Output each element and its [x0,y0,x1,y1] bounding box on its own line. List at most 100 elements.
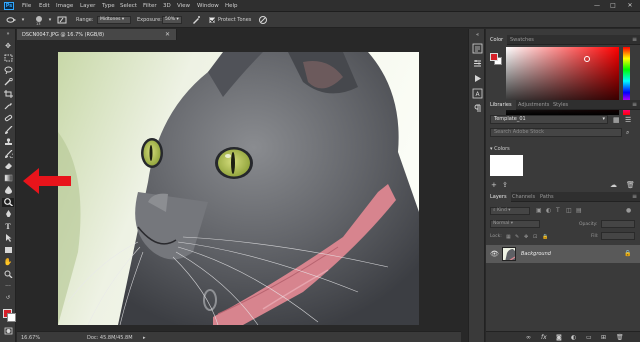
zoom-tool-icon[interactable] [2,270,14,279]
background-color-swatch[interactable] [7,313,16,322]
character-panel-icon[interactable]: A [472,88,483,99]
layers-panel-menu-icon[interactable]: ≡ [632,192,637,202]
search-icon[interactable]: ⌕ [626,129,629,137]
gradient-tool-icon[interactable] [2,174,14,183]
tab-color[interactable]: Color [486,35,508,45]
new-layer-icon[interactable]: ⊞ [601,334,606,341]
lock-artboard-icon[interactable]: ⊡ [533,233,537,241]
menu-layer[interactable]: Layer [80,3,95,9]
layer-visibility-eye-icon[interactable]: 👁 [490,250,499,258]
collapse-tools-icon[interactable]: » [2,31,14,37]
layer-filter-kind-select[interactable]: ⌕ Kind ▾ [490,207,530,215]
move-tool-icon[interactable]: ✥ [2,42,14,51]
add-mask-icon[interactable]: ◙ [556,334,562,341]
tab-channels[interactable]: Channels [508,192,539,202]
lock-image-icon[interactable]: ✎ [515,233,519,241]
tab-adjustments[interactable]: Adjustments [514,100,553,110]
upload-library-icon[interactable]: ⇪ [502,181,508,189]
tool-preset-icon[interactable] [6,15,16,25]
tab-styles[interactable]: Styles [549,100,572,110]
menu-select[interactable]: Select [120,3,137,9]
color-panel-menu-icon[interactable]: ≡ [632,35,637,45]
library-color-swatch[interactable] [490,155,523,176]
history-panel-icon[interactable] [472,43,483,54]
brush-dropdown-icon[interactable]: ▾ [45,15,55,25]
layer-name[interactable]: Background [521,251,551,257]
color-picker-ring[interactable] [584,56,590,62]
properties-panel-icon[interactable] [472,58,483,69]
brush-tool-icon[interactable] [2,125,14,135]
quick-mask-icon[interactable] [2,327,14,336]
maximize-button[interactable]: □ [606,2,620,10]
tool-preset-dropdown-icon[interactable]: ▾ [18,15,28,25]
add-library-item-icon[interactable]: + [491,181,497,189]
dodge-tool-icon[interactable] [2,198,14,207]
filter-type-icon[interactable]: T [556,207,560,215]
fill-input[interactable] [601,232,635,240]
range-select[interactable]: Midtones ▾ [97,16,131,24]
lock-position-icon[interactable]: ✥ [524,233,528,241]
menu-file[interactable]: File [22,3,31,9]
library-select[interactable]: Template_01 ▾ [490,115,608,124]
tab-paths[interactable]: Paths [536,192,558,202]
delete-library-item-icon[interactable]: 🗑 [626,181,635,189]
crop-tool-icon[interactable] [2,90,14,99]
menu-edit[interactable]: Edit [39,3,50,9]
exposure-input[interactable]: 50% ▾ [162,16,182,24]
filter-adjustment-icon[interactable]: ◐ [546,207,551,215]
layer-style-icon[interactable]: fx [541,334,547,341]
color-foreground-swatch[interactable] [490,53,498,61]
new-group-icon[interactable]: ▭ [586,334,592,341]
blend-mode-select[interactable]: Normal ▾ [490,220,540,228]
menu-window[interactable]: Window [197,3,219,9]
rectangle-tool-icon[interactable] [2,246,14,255]
eyedropper-tool-icon[interactable] [2,102,14,111]
pressure-size-icon[interactable] [258,15,268,25]
pen-tool-icon[interactable] [2,210,14,219]
link-layers-icon[interactable]: ∞ [526,334,531,341]
spot-healing-tool-icon[interactable] [2,114,14,123]
lasso-tool-icon[interactable] [2,66,14,75]
layer-thumbnail[interactable] [502,247,516,261]
lock-transparent-icon[interactable]: ▦ [506,233,511,241]
menu-image[interactable]: Image [56,3,73,9]
status-menu-icon[interactable]: ▸ [143,335,146,341]
menu-filter[interactable]: Filter [143,3,157,9]
hand-tool-icon[interactable]: ✋ [2,258,14,267]
layer-row-background[interactable]: 👁 Background 🔒 [486,245,640,263]
opacity-input[interactable] [601,220,635,228]
type-tool-icon[interactable]: T [2,222,14,231]
filter-pixel-icon[interactable]: ▣ [536,207,542,215]
blur-tool-icon[interactable] [2,186,14,195]
edit-toolbar-icon[interactable]: ··· [2,282,14,291]
zoom-level[interactable]: 16.67% [21,335,40,341]
filter-shape-icon[interactable]: ◫ [566,207,572,215]
eraser-tool-icon[interactable] [2,162,14,171]
creative-cloud-icon[interactable]: ☁ [610,181,617,189]
swap-colors-icon[interactable]: ↺ [2,294,14,303]
cat-photo[interactable] [58,52,419,325]
document-tab[interactable]: DSCN0047.JPG @ 16.7% (RGB/8) ✕ [17,29,177,40]
lock-all-icon[interactable]: 🔒 [542,233,548,241]
menu-view[interactable]: View [177,3,190,9]
delete-layer-icon[interactable]: 🗑 [616,334,624,341]
collapse-dock-icon[interactable]: « [472,32,483,38]
tab-swatches[interactable]: Swatches [506,35,538,45]
libraries-panel-menu-icon[interactable]: ≡ [632,100,637,110]
minimize-button[interactable]: — [590,2,604,10]
close-document-icon[interactable]: ✕ [165,31,170,38]
new-adjustment-layer-icon[interactable]: ◐ [571,334,576,341]
protect-tones-checkbox[interactable] [209,17,215,23]
tab-libraries[interactable]: Libraries [486,100,516,110]
marquee-tool-icon[interactable] [2,54,14,63]
filter-toggle-icon[interactable]: ● [626,207,631,215]
menu-help[interactable]: Help [225,3,238,9]
brush-panel-toggle-icon[interactable] [57,15,67,25]
adobe-stock-search-input[interactable]: Search Adobe Stock [490,128,622,137]
quick-selection-tool-icon[interactable] [2,77,14,87]
menu-type[interactable]: Type [102,3,115,9]
filter-smart-object-icon[interactable]: ▤ [576,207,582,215]
close-window-button[interactable]: ✕ [623,2,637,10]
actions-panel-icon[interactable] [472,73,483,84]
history-brush-tool-icon[interactable] [2,149,14,159]
